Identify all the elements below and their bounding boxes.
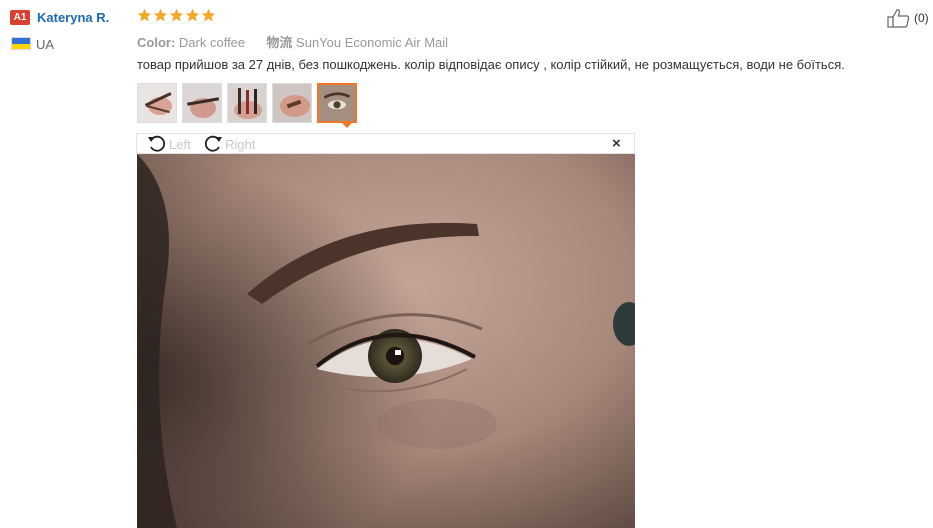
reviewer-name[interactable]: Kateryna R. xyxy=(37,10,109,25)
active-thumbnail-caret xyxy=(341,122,353,128)
helpful-count: (0) xyxy=(914,11,929,25)
star-rating xyxy=(137,8,216,23)
review-thumbnail[interactable] xyxy=(182,83,222,123)
review-thumbnail[interactable] xyxy=(137,83,177,123)
rotate-right-label: Right xyxy=(225,136,256,152)
review-thumbnail[interactable] xyxy=(272,83,312,123)
logistics-value: SunYou Economic Air Mail xyxy=(296,35,449,50)
rotate-right-icon xyxy=(204,135,222,152)
eye-closeup-photo-icon xyxy=(319,85,355,121)
review-photo-enlarged xyxy=(137,154,635,528)
star-icon xyxy=(185,8,200,22)
eye-closeup-photo xyxy=(137,154,635,528)
color-label: Color: xyxy=(137,35,176,50)
image-viewer-toolbar: Left Right × xyxy=(136,133,635,154)
review-thumbnail-active[interactable] xyxy=(317,83,357,123)
star-icon xyxy=(137,8,152,22)
helpful-button[interactable]: (0) xyxy=(887,8,929,28)
order-meta: Color: Dark coffee 物流 SunYou Economic Ai… xyxy=(137,32,448,51)
review-text: товар прийшов за 27 днів, без пошкоджень… xyxy=(137,57,845,72)
star-icon xyxy=(201,8,216,22)
rotate-right-button[interactable]: Right xyxy=(203,135,255,153)
close-icon[interactable]: × xyxy=(612,135,621,153)
hand-with-pencil-photo-icon xyxy=(183,84,221,122)
hand-with-pencils-photo-icon xyxy=(228,84,266,122)
thumbs-up-icon xyxy=(887,9,910,28)
reviewer-country: UA xyxy=(36,37,55,52)
ukraine-flag-icon xyxy=(11,37,31,50)
buyer-level-badge: A1 xyxy=(10,10,30,25)
logistics-label: 物流 xyxy=(266,35,293,50)
star-icon xyxy=(153,8,168,22)
review-thumbnail[interactable] xyxy=(227,83,267,123)
hand-swatch-photo-icon xyxy=(273,84,311,122)
rotate-left-icon xyxy=(148,135,166,152)
star-icon xyxy=(169,8,184,22)
review-thumbnails xyxy=(137,83,357,123)
color-value: Dark coffee xyxy=(178,35,246,50)
rotate-left-label: Left xyxy=(169,136,191,152)
hand-with-pencil-photo-icon xyxy=(138,84,176,122)
rotate-left-button[interactable]: Left xyxy=(147,135,191,153)
